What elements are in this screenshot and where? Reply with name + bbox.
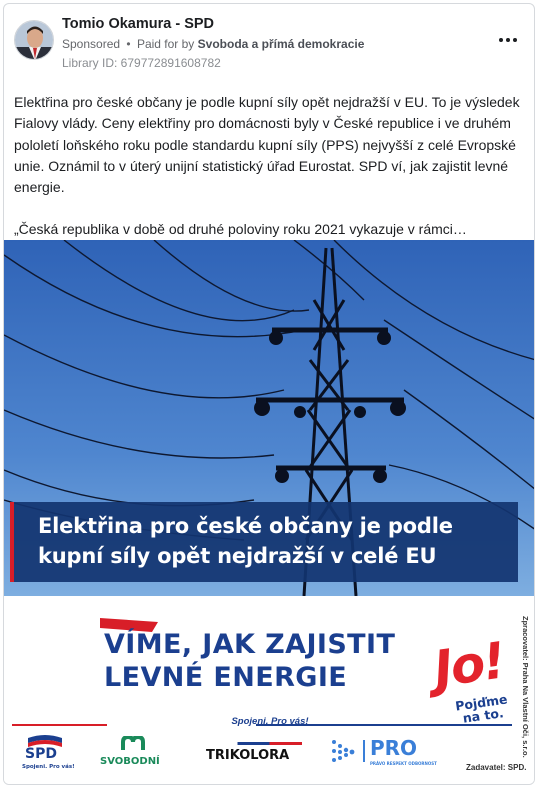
page-name[interactable]: Tomio Okamura - SPD	[62, 16, 214, 32]
tagline: Spojeni. Pro vás!	[231, 716, 309, 727]
trikolora-logo-text: TRIKOLORA	[206, 748, 290, 763]
trikolora-logo: TRIKOLORA	[204, 734, 304, 774]
sponsored-label: Sponsored	[62, 37, 121, 51]
spd-logo-text: SPD	[25, 746, 57, 762]
separator-dot: •	[126, 37, 131, 51]
ad-quote-truncated[interactable]: „Česká republika v době od druhé polovin…	[14, 219, 524, 240]
jo-logo: Jo!	[430, 631, 508, 699]
slogan: VÍME, JAK ZAJISTIT LEVNÉ ENERGIE	[104, 629, 396, 693]
pro-dots-icon	[332, 740, 355, 762]
ad-paragraph: Elektřina pro české občany je podle kupn…	[14, 94, 520, 196]
svobodni-logo: SVOBODNÍ	[100, 734, 170, 774]
pro-logo-subtext: PRÁVO RESPEKT ODBORNOST	[370, 761, 437, 766]
spd-logo: SPD Spojeni. Pro vás!	[22, 734, 75, 774]
power-pylon-photo: Elektřina pro české občany je podle kupn…	[4, 240, 534, 596]
ad-creative[interactable]: Elektřina pro české občany je podle kupn…	[4, 240, 534, 784]
pro-logo: PRO PRÁVO RESPEKT ODBORNOST	[330, 734, 440, 774]
pro-logo-text: PRO	[370, 736, 418, 760]
ad-body-text: Elektřina pro české občany je podle kupn…	[14, 92, 524, 241]
pro-divider	[363, 740, 365, 762]
svobodni-logo-text: SVOBODNÍ	[100, 756, 160, 767]
payer-link[interactable]: Svoboda a přímá demokracie	[198, 37, 365, 51]
spd-logo-subtext: Spojeni. Pro vás!	[22, 764, 75, 770]
headline-band: Elektřina pro české občany je podle kupn…	[10, 502, 518, 582]
zadavatel-credit: Zadavatel: SPD.	[466, 763, 527, 772]
creative-bottom-panel: VÍME, JAK ZAJISTIT LEVNÉ ENERGIE Jo! Poj…	[4, 596, 534, 784]
more-options-button[interactable]	[496, 32, 520, 48]
coalition-logos: SPD Spojeni. Pro vás! SVOBODNÍ TRIKOLORA	[4, 734, 534, 774]
ad-card: Tomio Okamura - SPD Sponsored • Paid for…	[3, 3, 535, 785]
tricolor-bar	[206, 742, 302, 745]
more-horizontal-icon	[499, 38, 503, 42]
paid-for-prefix: Paid for by	[136, 37, 195, 51]
ad-header: Tomio Okamura - SPD Sponsored • Paid for…	[4, 4, 534, 84]
library-id: Library ID: 679772891608782	[62, 56, 221, 70]
svobodni-symbol-icon	[121, 736, 145, 750]
sponsored-line: Sponsored • Paid for by Svoboda a přímá …	[62, 37, 364, 51]
avatar-image	[15, 21, 53, 59]
creative-headline: Elektřina pro české občany je podle kupn…	[38, 514, 453, 568]
page-avatar[interactable]	[14, 20, 54, 60]
